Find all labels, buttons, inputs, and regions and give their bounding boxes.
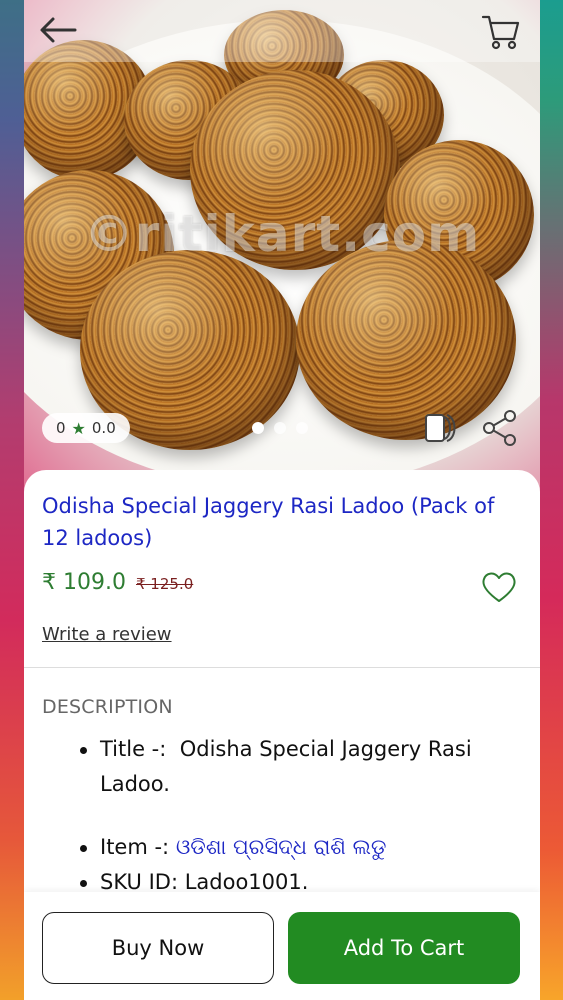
background-gradient-right bbox=[539, 0, 563, 1000]
product-title: Odisha Special Jaggery Rasi Ladoo (Pack … bbox=[42, 494, 495, 550]
top-bar bbox=[24, 0, 540, 62]
compare-icon bbox=[425, 414, 456, 442]
heart-icon bbox=[482, 572, 516, 602]
carousel-dot[interactable] bbox=[252, 422, 264, 434]
rating-count: 0 bbox=[56, 419, 66, 437]
rating-value: 0.0 bbox=[91, 419, 116, 437]
share-icon bbox=[483, 410, 516, 446]
description-list: Title -: Odisha Special Jaggery Rasi Lad… bbox=[80, 732, 534, 900]
back-button[interactable] bbox=[38, 12, 78, 48]
description-heading: DESCRIPTION bbox=[42, 696, 173, 718]
shopping-cart-icon bbox=[481, 15, 520, 50]
wishlist-button[interactable] bbox=[480, 568, 518, 606]
product-mrp: ₹ 125.0 bbox=[136, 575, 194, 593]
sku-text: SKU ID: Ladoo1001. bbox=[100, 870, 309, 894]
star-icon: ★ bbox=[71, 418, 86, 438]
watermark-text: ©ritikart.com bbox=[83, 205, 481, 263]
compare-button[interactable] bbox=[420, 408, 460, 448]
item-value: ଓଡିଶା ପ୍ରସିଦ୍ଧ ରାଶି ଲଡୁ bbox=[175, 835, 387, 859]
title-label: Title -: bbox=[100, 737, 167, 761]
write-review-link[interactable]: Write a review bbox=[42, 624, 172, 645]
carousel-dots bbox=[252, 422, 308, 434]
bottom-action-bar: Buy Now Add To Cart bbox=[24, 892, 540, 1000]
product-image-carousel[interactable]: ©ritikart.com 0 ★ 0.0 bbox=[24, 0, 540, 500]
add-to-cart-button[interactable]: Add To Cart bbox=[288, 912, 520, 984]
carousel-dot[interactable] bbox=[274, 422, 286, 434]
arrow-left-icon bbox=[40, 17, 77, 43]
product-page: ©ritikart.com 0 ★ 0.0 Odisha Special Jag… bbox=[24, 0, 540, 1000]
carousel-dot[interactable] bbox=[296, 422, 308, 434]
share-button[interactable] bbox=[480, 408, 520, 448]
buy-now-button[interactable]: Buy Now bbox=[42, 912, 274, 984]
divider bbox=[24, 667, 540, 668]
background-gradient-left bbox=[0, 0, 24, 1000]
list-item: Item -: ଓଡିଶା ପ୍ରସିଦ୍ଧ ରାଶି ଲଡୁ bbox=[80, 830, 534, 865]
cart-button[interactable] bbox=[480, 10, 522, 52]
list-item: Title -: Odisha Special Jaggery Rasi Lad… bbox=[80, 732, 534, 802]
item-label: Item -: bbox=[100, 835, 170, 859]
rating-badge: 0 ★ 0.0 bbox=[42, 413, 130, 443]
product-price: ₹ 109.0 bbox=[42, 570, 126, 595]
